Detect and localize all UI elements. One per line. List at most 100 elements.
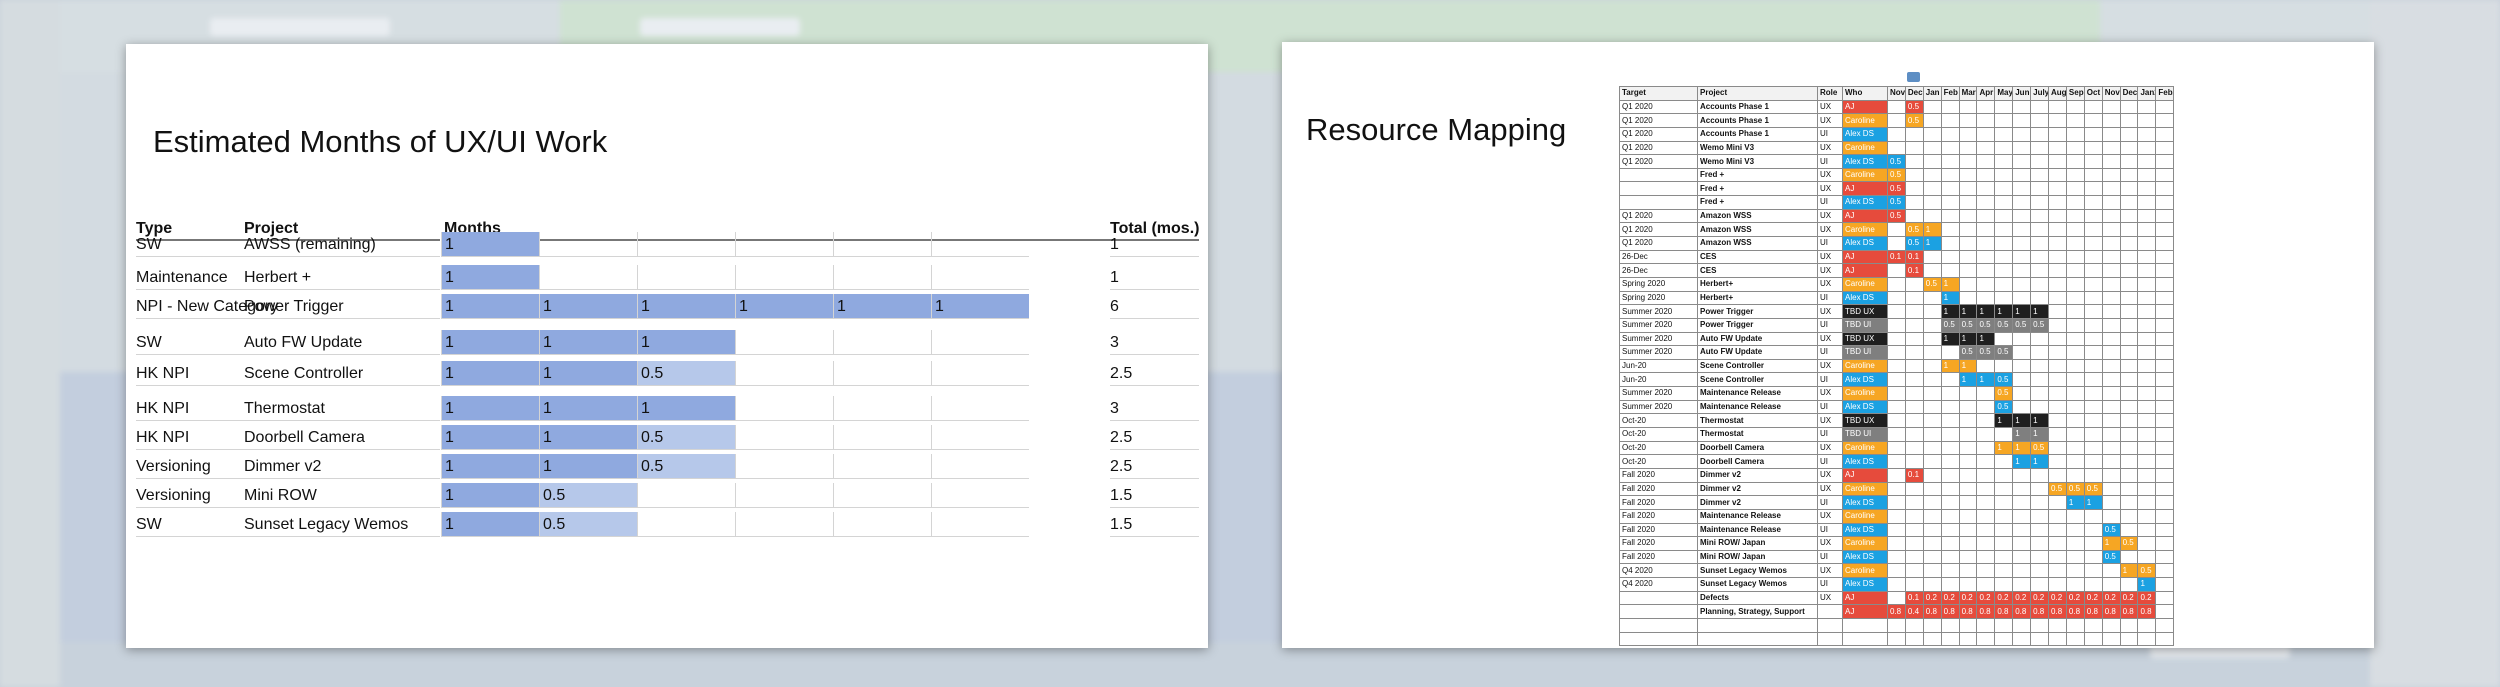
month-cell [2155, 345, 2175, 360]
target-cell: Summer 2020 [1619, 345, 1698, 360]
month-cell [2137, 331, 2157, 347]
month-cell [931, 330, 1029, 356]
month-cell [1958, 181, 1978, 197]
slide-estimated-months[interactable]: Estimated Months of UX/UI Work Type Proj… [126, 44, 1208, 648]
month-cell [1958, 249, 1978, 265]
month-cell [1994, 549, 2014, 565]
month-cell [1922, 290, 1942, 306]
month-cell: 0.5 [1904, 222, 1924, 238]
month-cell [2101, 304, 2121, 319]
month-cell [2101, 631, 2121, 647]
header-month: Dec [1904, 86, 1924, 101]
slide-resource-mapping[interactable]: Resource Mapping Target Project Role Who Nov… [1282, 42, 2374, 648]
month-cell: 0.8 [1922, 604, 1942, 619]
target-cell: Spring 2020 [1619, 290, 1698, 306]
month-cell: 0.5 [2065, 481, 2085, 497]
month-cell [735, 330, 833, 356]
month-cell [2137, 236, 2157, 251]
month-cell [1958, 399, 1978, 415]
table-row: NPI - New Category Power Trigger 1 1 1 1 1 1 6 [136, 294, 1199, 319]
month-cell [2119, 208, 2139, 224]
header-month: Feb [1940, 86, 1960, 101]
month-cell [1958, 140, 1978, 156]
spacer-cell [1995, 72, 2013, 87]
month-cell: 1 [2012, 454, 2032, 469]
month-cell [2012, 536, 2032, 551]
role-cell: UI [1817, 549, 1843, 565]
table-row: SW Sunset Legacy Wemos 1 0.5 1.5 [136, 512, 1199, 538]
resource-mapping-table: Target Project Role Who Nov Dec Jan Feb Mar Apr Ma… [1619, 72, 2175, 647]
month-cell [1976, 413, 1996, 429]
month-cell [2065, 372, 2085, 388]
month-cell [2101, 331, 2121, 347]
total-cell: 1.5 [1110, 483, 1199, 509]
header-month: May [1994, 86, 2014, 101]
month-cell [2065, 549, 2085, 565]
month-cell [1994, 154, 2014, 169]
month-cell: 0.8 [2137, 604, 2157, 619]
month-cell: 0.5 [1887, 181, 1906, 197]
project-cell: Mini ROW/ Japan [1697, 536, 1818, 551]
month-cell: 1 [1976, 372, 1996, 388]
month-cell: 1 [637, 395, 735, 421]
month-cell [1887, 454, 1906, 469]
month-cell [1994, 617, 2014, 633]
month-cell: 0.2 [2083, 590, 2103, 606]
role-cell: UI [1817, 522, 1843, 538]
month-cell [1976, 440, 1996, 456]
month-cell [2012, 386, 2032, 401]
table-row: Summer 2020 Power Trigger UX TBD UX 1 1 1 1 1 1 [1619, 304, 2175, 319]
month-cell: 1 [2012, 413, 2032, 429]
month-cell [2101, 140, 2121, 156]
table-handle-icon[interactable] [1907, 72, 1921, 82]
month-cell [1904, 372, 1924, 388]
month-cell [1922, 263, 1942, 278]
project-cell: Doorbell Camera [1697, 440, 1818, 456]
month-cell [1887, 440, 1906, 456]
spacer-cell [1941, 72, 1959, 87]
background-button [640, 18, 800, 36]
month-cell [1922, 386, 1942, 401]
project-cell [1697, 617, 1818, 633]
month-cell [2030, 140, 2050, 156]
table-row: 26-Dec CES UX AJ 0.1 [1619, 263, 2175, 278]
project-cell: AWSS (remaining) [244, 232, 440, 258]
month-cell [2030, 99, 2050, 115]
month-cell: 0.2 [2030, 590, 2050, 606]
month-cell: 0.5 [2012, 317, 2032, 333]
month-cell [1976, 427, 1996, 442]
month-cell [2155, 604, 2175, 619]
total-cell: 1 [1110, 265, 1199, 290]
project-cell: Doorbell Camera [244, 425, 440, 451]
who-cell: Alex DS [1842, 154, 1888, 169]
month-cell [2012, 208, 2032, 224]
month-cell [1976, 208, 1996, 224]
month-cell [1958, 167, 1978, 183]
type-cell: SW [136, 330, 244, 356]
month-cell [2119, 617, 2139, 633]
month-cell [931, 483, 1029, 509]
table-row: Summer 2020 Maintenance Release UX Caroline… [1619, 386, 2175, 401]
month-cell: 0.2 [2137, 590, 2157, 606]
month-cell [637, 232, 735, 258]
role-cell: UI [1817, 577, 1843, 592]
spacer-cell [2102, 72, 2120, 87]
total-cell: 2.5 [1110, 425, 1199, 451]
month-cell [1976, 454, 1996, 469]
month-cell [2065, 427, 2085, 442]
month-cell [2119, 577, 2139, 592]
month-cell [1994, 427, 2014, 442]
project-cell: Fred + [1697, 167, 1818, 183]
month-cell [1958, 563, 1978, 579]
month-cell [2048, 358, 2067, 374]
spacer-cell [1818, 72, 1843, 87]
month-cell [2048, 195, 2067, 210]
month-cell [2083, 249, 2103, 265]
month-cell [1922, 617, 1942, 633]
month-cell [2083, 263, 2103, 278]
month-cell [1976, 495, 1996, 510]
month-cell: 1 [539, 395, 637, 421]
spacer-cell [2120, 72, 2138, 87]
month-cell [2012, 631, 2032, 647]
who-cell: TBD UX [1842, 331, 1888, 347]
